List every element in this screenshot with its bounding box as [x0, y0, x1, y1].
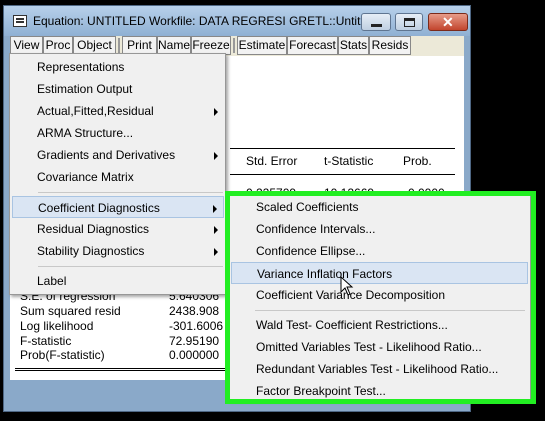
stat-value: 72.95190: [169, 334, 220, 348]
menu-item-coefficient-diagnostics[interactable]: Coefficient Diagnostics: [12, 196, 224, 218]
menu-item-estimation-output[interactable]: Estimation Output: [12, 78, 224, 100]
view-menu: Representations Estimation Output Actual…: [9, 53, 226, 295]
menu-item-actual-fitted-residual[interactable]: Actual,Fitted,Residual: [12, 100, 224, 122]
menu-item-representations[interactable]: Representations: [12, 56, 224, 78]
annotation-highlight-frame: [225, 191, 536, 404]
stat-label: Sum squared resid: [20, 304, 121, 318]
toolbar-separator: [233, 38, 235, 53]
stat-value: 2438.908: [169, 304, 220, 318]
submenu-arrow-icon: [214, 248, 218, 256]
stat-value: -301.6006: [169, 319, 224, 333]
mouse-cursor-icon: [340, 276, 354, 296]
col-header-t-statistic: t-Statistic: [324, 154, 374, 168]
menu-item-covariance-matrix[interactable]: Covariance Matrix: [12, 166, 224, 188]
col-header-std-error: Std. Error: [246, 154, 298, 168]
menu-item-gradients-derivatives[interactable]: Gradients and Derivatives: [12, 144, 224, 166]
close-button[interactable]: ✕: [428, 13, 468, 31]
table-rule: [230, 174, 455, 175]
window-menu-icon[interactable]: [13, 15, 27, 27]
stat-value: 0.000000: [169, 348, 220, 362]
resids-button[interactable]: Resids: [369, 36, 411, 55]
forecast-button[interactable]: Forecast: [287, 36, 338, 55]
menu-item-arma-structure[interactable]: ARMA Structure...: [12, 122, 224, 144]
submenu-arrow-icon: [214, 108, 218, 116]
submenu-arrow-icon: [214, 226, 218, 234]
table-double-rule: [15, 368, 231, 371]
stat-label: F-statistic: [20, 334, 72, 348]
stat-label: Log likelihood: [20, 319, 94, 333]
window-title: Equation: UNTITLED Workfile: DATA REGRES…: [33, 14, 380, 28]
col-header-prob: Prob.: [403, 154, 432, 168]
menu-item-stability-diagnostics[interactable]: Stability Diagnostics: [12, 240, 224, 262]
maximize-icon: [404, 18, 415, 27]
estimate-button[interactable]: Estimate: [237, 36, 287, 55]
menu-separator: [38, 192, 223, 193]
table-rule: [230, 148, 455, 149]
toolbar-separator: [118, 38, 120, 53]
submenu-arrow-icon: [213, 205, 217, 213]
title-bar[interactable]: Equation: UNTITLED Workfile: DATA REGRES…: [4, 6, 470, 36]
maximize-button[interactable]: [395, 13, 423, 31]
menu-item-label[interactable]: Label: [12, 270, 224, 292]
minimize-button[interactable]: [361, 13, 391, 31]
menu-separator: [38, 266, 223, 267]
submenu-arrow-icon: [214, 152, 218, 160]
close-icon: ✕: [442, 14, 454, 30]
menu-item-residual-diagnostics[interactable]: Residual Diagnostics: [12, 218, 224, 240]
stat-label: Prob(F-statistic): [20, 348, 105, 362]
minimize-icon: [371, 24, 382, 27]
stats-button[interactable]: Stats: [338, 36, 369, 55]
